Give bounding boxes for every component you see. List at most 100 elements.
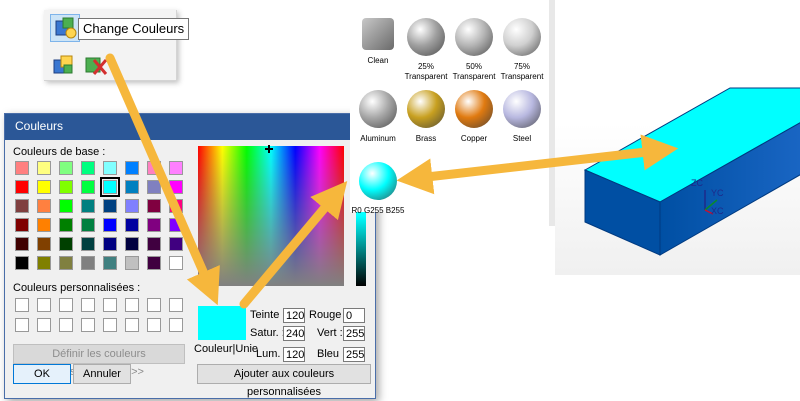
basic-color-swatch[interactable] <box>15 237 29 251</box>
custom-color-swatch[interactable] <box>81 298 95 312</box>
materials-panel: Clean 25% Transparent 50% Transparent 75% T… <box>350 2 550 215</box>
custom-color-swatch[interactable] <box>59 318 73 332</box>
custom-color-swatch[interactable] <box>147 318 161 332</box>
ok-button[interactable]: OK <box>13 364 71 384</box>
basic-color-swatch[interactable] <box>103 237 117 251</box>
basic-color-swatch[interactable] <box>59 180 73 194</box>
basic-color-swatch[interactable] <box>147 237 161 251</box>
basic-color-swatch[interactable] <box>169 218 183 232</box>
lum-input[interactable]: 120 <box>283 347 305 362</box>
apply-color-button[interactable] <box>50 52 78 78</box>
basic-color-swatch[interactable] <box>147 218 161 232</box>
satur-input[interactable]: 240 <box>283 326 305 341</box>
basic-color-swatch[interactable] <box>59 256 73 270</box>
basic-color-swatch[interactable] <box>15 180 29 194</box>
vert-input[interactable]: 255 <box>343 326 365 341</box>
basic-color-swatch[interactable] <box>37 161 51 175</box>
teinte-input[interactable]: 120 <box>283 308 305 323</box>
custom-color-swatch[interactable] <box>169 298 183 312</box>
basic-color-swatch[interactable] <box>37 256 51 270</box>
basic-color-swatch[interactable] <box>59 161 73 175</box>
basic-color-swatch[interactable] <box>59 237 73 251</box>
basic-color-swatch[interactable] <box>103 256 117 270</box>
remove-color-button[interactable] <box>82 52 110 78</box>
bleu-input[interactable]: 255 <box>343 347 365 362</box>
basic-color-swatch[interactable] <box>169 256 183 270</box>
basic-color-swatch[interactable] <box>81 237 95 251</box>
custom-color-swatch[interactable] <box>37 318 51 332</box>
change-colors-button[interactable] <box>50 14 80 42</box>
lum-label: Lum. : <box>256 348 287 360</box>
basic-color-swatch[interactable] <box>37 180 51 194</box>
custom-color-swatch[interactable] <box>125 298 139 312</box>
basic-color-swatch[interactable] <box>169 161 183 175</box>
material-label: 75% Transparent <box>500 62 544 81</box>
cancel-button[interactable]: Annuler <box>73 364 131 384</box>
custom-color-swatch[interactable] <box>59 298 73 312</box>
basic-color-swatch[interactable] <box>59 218 73 232</box>
basic-color-swatch[interactable] <box>15 256 29 270</box>
basic-color-swatch[interactable] <box>147 199 161 213</box>
axis-z-label: ZC <box>691 178 703 188</box>
basic-color-swatch[interactable] <box>37 237 51 251</box>
3d-viewport[interactable]: ZC YC XC <box>555 0 800 275</box>
material-item[interactable]: R0 G255 B255 <box>350 162 406 216</box>
basic-color-swatch[interactable] <box>125 161 139 175</box>
basic-color-swatch[interactable] <box>103 199 117 213</box>
basic-color-swatch[interactable] <box>59 199 73 213</box>
axis-x-label: XC <box>711 206 724 216</box>
basic-color-swatch[interactable] <box>125 237 139 251</box>
colors-dialog: Couleurs Couleurs de base : Couleurs per… <box>4 113 376 399</box>
add-custom-colors-button[interactable]: Ajouter aux couleurs personnalisées <box>197 364 371 398</box>
color-spectrum[interactable] <box>198 146 344 286</box>
solid-color-label: Couleur|Unie <box>194 343 259 355</box>
material-sphere-icon <box>503 90 541 128</box>
dialog-title-bar: Couleurs <box>5 114 375 140</box>
basic-color-swatch[interactable] <box>81 218 95 232</box>
material-item[interactable]: Steel <box>494 90 550 144</box>
basic-color-swatch[interactable] <box>81 180 95 194</box>
spectrum-crosshair <box>265 144 273 153</box>
basic-color-swatch[interactable] <box>15 199 29 213</box>
custom-color-swatch[interactable] <box>103 298 117 312</box>
custom-color-swatch[interactable] <box>37 298 51 312</box>
basic-color-swatch[interactable] <box>169 180 183 194</box>
basic-color-swatch[interactable] <box>100 177 120 197</box>
basic-color-swatch[interactable] <box>81 199 95 213</box>
satur-label: Satur. : <box>250 327 285 339</box>
basic-color-swatch[interactable] <box>147 256 161 270</box>
custom-color-swatch[interactable] <box>103 318 117 332</box>
rouge-input[interactable]: 0 <box>343 308 365 323</box>
material-sphere-icon <box>407 18 445 56</box>
basic-color-swatch[interactable] <box>125 199 139 213</box>
material-item[interactable]: 75% Transparent <box>494 18 550 82</box>
paint-bucket-icon <box>55 17 77 39</box>
basic-color-swatch[interactable] <box>103 218 117 232</box>
define-custom-colors-button[interactable]: Définir les couleurs personnalisées >> <box>13 344 185 378</box>
basic-color-swatch[interactable] <box>125 256 139 270</box>
basic-color-swatch[interactable] <box>103 161 117 175</box>
material-sphere-icon <box>503 18 541 56</box>
basic-color-swatch[interactable] <box>125 218 139 232</box>
basic-color-swatch[interactable] <box>169 199 183 213</box>
tooltip-change-colors: Change Couleurs <box>78 18 190 40</box>
custom-color-swatch[interactable] <box>169 318 183 332</box>
basic-color-swatch[interactable] <box>169 237 183 251</box>
axis-y-label: YC <box>711 188 724 198</box>
basic-color-swatch[interactable] <box>15 218 29 232</box>
basic-color-swatch[interactable] <box>81 256 95 270</box>
color-preview <box>198 306 246 340</box>
basic-color-swatch[interactable] <box>81 161 95 175</box>
basic-color-swatch[interactable] <box>147 161 161 175</box>
basic-colors-label: Couleurs de base : <box>13 146 106 158</box>
custom-color-swatch[interactable] <box>81 318 95 332</box>
custom-color-swatch[interactable] <box>125 318 139 332</box>
custom-color-swatch[interactable] <box>15 298 29 312</box>
basic-color-swatch[interactable] <box>15 161 29 175</box>
basic-color-swatch[interactable] <box>125 180 139 194</box>
basic-color-swatch[interactable] <box>37 218 51 232</box>
basic-color-swatch[interactable] <box>147 180 161 194</box>
custom-color-swatch[interactable] <box>147 298 161 312</box>
custom-color-swatch[interactable] <box>15 318 29 332</box>
basic-color-swatch[interactable] <box>37 199 51 213</box>
